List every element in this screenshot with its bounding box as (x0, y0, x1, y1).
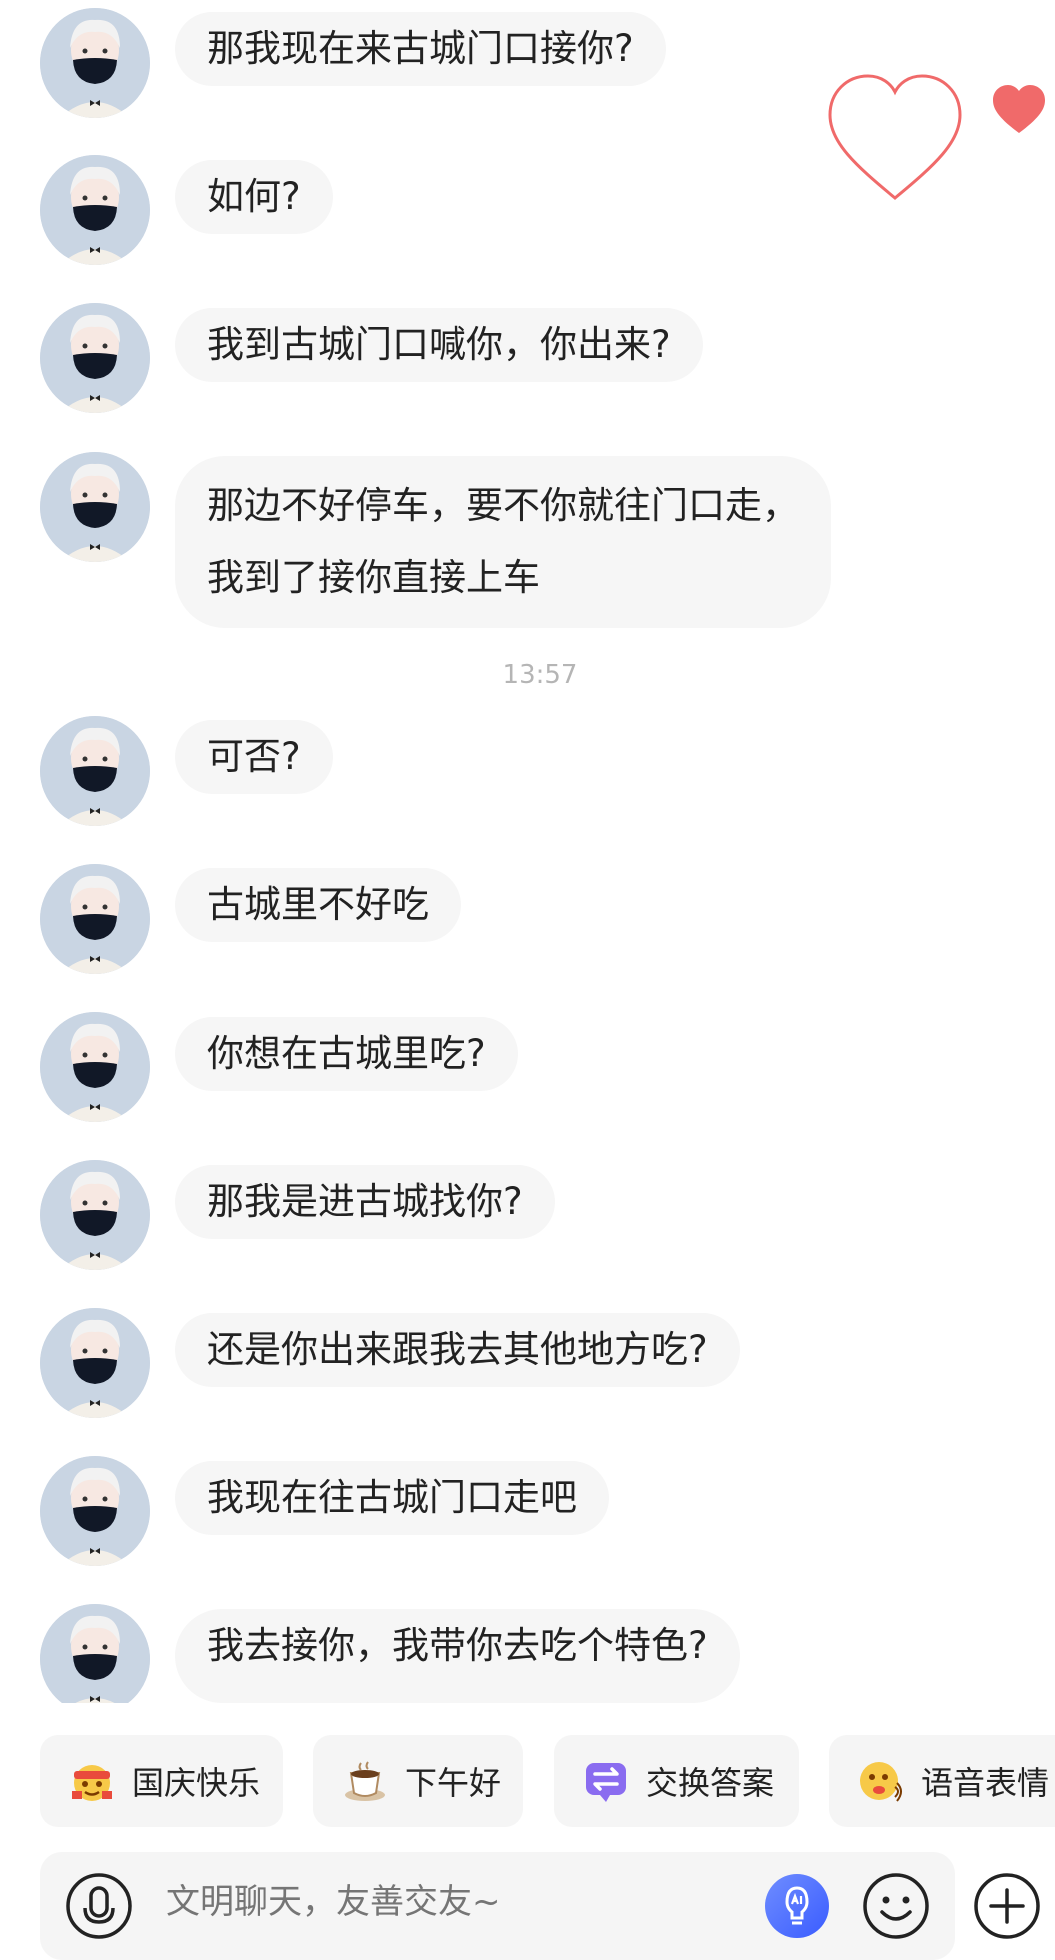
quick-reply-bar[interactable]: 国庆快乐 下午好 交换答案 语音表情 (0, 1735, 1055, 1830)
message-bubble[interactable]: 那边不好停车，要不你就往门口走， 我到了接你直接上车 (175, 456, 831, 628)
message-text: 我到了接你直接上车 (207, 556, 540, 599)
heart-filled-icon (993, 85, 1045, 133)
emoji-icon[interactable] (862, 1872, 930, 1940)
message-input[interactable] (166, 1882, 586, 1922)
heart-outline-icon (828, 74, 962, 200)
message-input-bar[interactable] (40, 1852, 955, 1960)
message-bubble[interactable]: 你想在古城里吃? (175, 1017, 518, 1091)
timestamp: 13:57 (502, 660, 578, 690)
message-text: 我现在往古城门口走吧 (207, 1476, 577, 1519)
quick-reply-label: 语音表情 (921, 1764, 1050, 1802)
message-bubble[interactable]: 如何? (175, 160, 333, 234)
message-bubble[interactable]: 那我是进古城找你? (175, 1165, 555, 1239)
avatar[interactable] (40, 1456, 150, 1566)
quick-reply-chip[interactable]: 下午好 (313, 1735, 523, 1827)
message-text: 可否? (207, 735, 301, 778)
like-hearts[interactable] (825, 70, 1045, 210)
voice-icon[interactable] (65, 1872, 133, 1940)
avatar[interactable] (40, 864, 150, 974)
festival-emoji-icon (68, 1757, 116, 1805)
chat-area[interactable]: 那我现在来古城门口接你? 如何? 我到古城门口喊你，你出来? 那边不好停车，要不… (0, 0, 1055, 1703)
message-text: 那边不好停车，要不你就往门口走， (207, 484, 799, 527)
message-text: 那我现在来古城门口接你? (207, 27, 634, 70)
avatar[interactable] (40, 303, 150, 413)
coffee-icon (341, 1757, 389, 1805)
message-bubble[interactable]: 我现在往古城门口走吧 (175, 1461, 609, 1535)
message-text: 我去接你，我带你去吃个特色? (207, 1624, 708, 1667)
avatar[interactable] (40, 1308, 150, 1418)
voice-emoji-icon (857, 1757, 905, 1805)
avatar[interactable] (40, 1160, 150, 1270)
avatar[interactable] (40, 1604, 150, 1703)
quick-reply-chip[interactable]: 语音表情 (829, 1735, 1055, 1827)
message-text: 我到古城门口喊你，你出来? (207, 323, 671, 366)
avatar[interactable] (40, 155, 150, 265)
quick-reply-chip[interactable]: 交换答案 (554, 1735, 799, 1827)
quick-reply-label: 国庆快乐 (132, 1764, 261, 1802)
message-text: 如何? (207, 175, 301, 218)
message-bubble[interactable]: 那我现在来古城门口接你? (175, 12, 666, 86)
swap-answer-icon (582, 1757, 630, 1805)
message-text: 那我是进古城找你? (207, 1180, 523, 1223)
avatar[interactable] (40, 716, 150, 826)
message-bubble[interactable]: 还是你出来跟我去其他地方吃? (175, 1313, 740, 1387)
message-bubble[interactable]: 我去接你，我带你去吃个特色? (175, 1609, 740, 1703)
message-text: 你想在古城里吃? (207, 1032, 486, 1075)
quick-reply-label: 下午好 (405, 1764, 502, 1802)
avatar[interactable] (40, 452, 150, 562)
message-bubble[interactable]: 我到古城门口喊你，你出来? (175, 308, 703, 382)
plus-icon[interactable] (973, 1872, 1041, 1940)
message-bubble[interactable]: 古城里不好吃 (175, 868, 461, 942)
ai-assistant-icon[interactable] (763, 1872, 831, 1940)
message-bubble[interactable]: 可否? (175, 720, 333, 794)
quick-reply-chip[interactable]: 国庆快乐 (40, 1735, 283, 1827)
message-text: 古城里不好吃 (207, 883, 429, 926)
quick-reply-label: 交换答案 (646, 1764, 775, 1802)
avatar[interactable] (40, 8, 150, 118)
avatar[interactable] (40, 1012, 150, 1122)
message-text: 还是你出来跟我去其他地方吃? (207, 1328, 708, 1371)
